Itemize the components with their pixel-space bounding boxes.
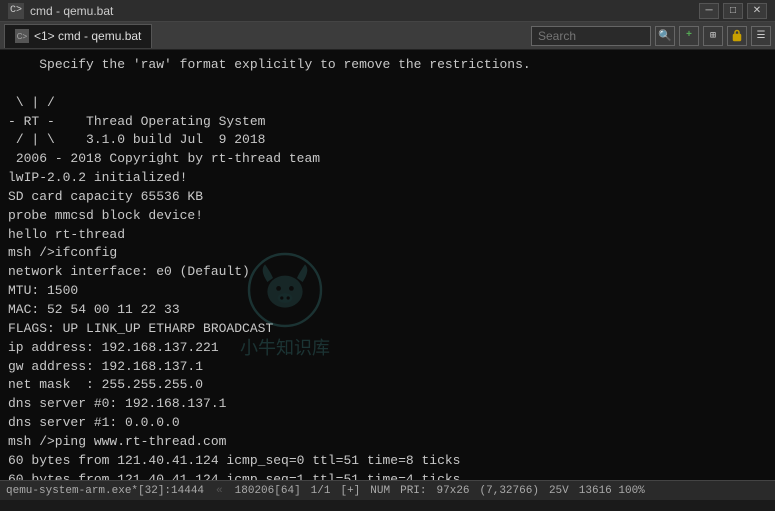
layout-icon[interactable]: ⊞ <box>703 26 723 46</box>
title-bar-controls: ─ □ ✕ <box>699 3 767 19</box>
terminal-output: Specify the 'raw' format explicitly to r… <box>0 50 775 480</box>
title-bar-icon: C> <box>8 3 24 19</box>
status-bar: qemu-system-arm.exe*[32]:14444 « 180206[… <box>0 480 775 500</box>
status-insert: [+] <box>340 485 360 497</box>
terminal-text: Specify the 'raw' format explicitly to r… <box>8 56 767 480</box>
settings-icon[interactable]: ☰ <box>751 26 771 46</box>
status-pri-val: 97x26 <box>437 485 470 497</box>
status-pri: PRI: <box>400 485 426 497</box>
minimize-button[interactable]: ─ <box>699 3 719 19</box>
status-memory: 13616 100% <box>579 485 645 497</box>
maximize-button[interactable]: □ <box>723 3 743 19</box>
status-num: NUM <box>370 485 390 497</box>
search-icon[interactable]: 🔍 <box>655 26 675 46</box>
add-button[interactable]: + <box>679 26 699 46</box>
close-button[interactable]: ✕ <box>747 3 767 19</box>
tab-bar: C> <1> cmd - qemu.bat 🔍 + ⊞ ☰ <box>0 22 775 50</box>
status-position: 180206[64] <box>235 485 301 497</box>
status-coord: (7,32766) <box>480 485 539 497</box>
status-process: qemu-system-arm.exe*[32]:14444 <box>6 485 204 497</box>
lock-icon <box>727 26 747 46</box>
tab-cmd[interactable]: C> <1> cmd - qemu.bat <box>4 24 152 48</box>
tab-toolbar: 🔍 + ⊞ ☰ <box>531 26 771 46</box>
tab-label: <1> cmd - qemu.bat <box>34 29 141 43</box>
title-bar: C> cmd - qemu.bat ─ □ ✕ <box>0 0 775 22</box>
status-zoom: 25V <box>549 485 569 497</box>
tab-icon: C> <box>15 29 29 43</box>
search-input[interactable] <box>531 26 651 46</box>
title-bar-title: cmd - qemu.bat <box>30 4 113 18</box>
status-fraction: 1/1 <box>311 485 331 497</box>
